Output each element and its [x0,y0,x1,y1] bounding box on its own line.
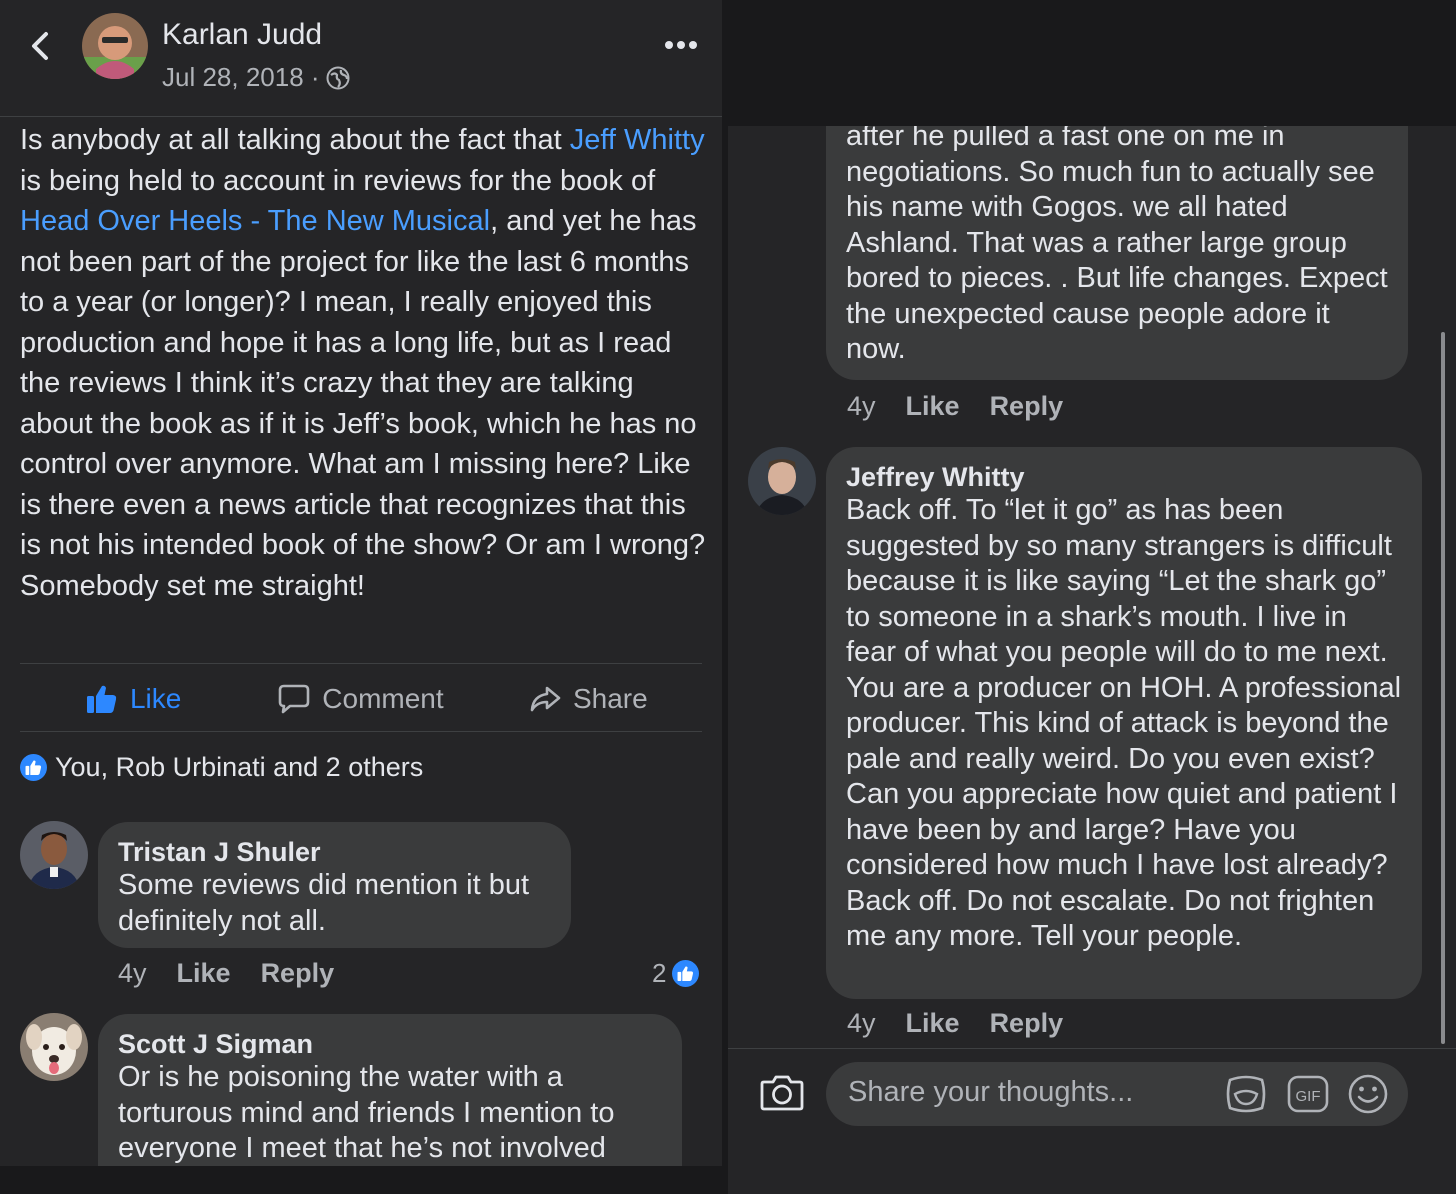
more-dots-icon[interactable] [664,40,698,50]
like-label: Like [129,683,182,714]
comment-like-button[interactable]: Like [906,391,960,422]
page-link-head-over-heels[interactable]: Head Over Heels - The New Musical [20,205,490,237]
comment-meta: 4y Like Reply [847,1008,1093,1039]
comment-reply-button[interactable]: Reply [990,1008,1064,1039]
author-avatar[interactable] [82,13,148,79]
post-text: is being held to account in reviews for … [20,164,656,197]
header-divider [0,116,722,117]
post-text: Is anybody at all talking about the fact… [20,124,570,156]
comment-meta: 4y Like Reply [118,958,364,989]
globe-icon [326,66,350,89]
comment-age: 4y [847,1008,876,1038]
comment-icon [278,684,310,714]
commenter-name[interactable]: Scott J Sigman [118,1028,662,1060]
post-meta: Jul 28, 2018 · [162,62,350,93]
comment-bubble: Tristan J Shuler Some reviews did mentio… [98,822,571,948]
actions-top-divider [20,663,702,664]
comment-like-button[interactable]: Like [177,958,231,989]
comment-input[interactable]: Share your thoughts... GIF [826,1062,1408,1126]
comment-label: Comment [322,683,444,714]
share-button[interactable]: Share [475,683,702,715]
comment-age: 4y [118,958,147,988]
commenter-name[interactable]: Tristan J Shuler [118,836,551,868]
comments-panel: after he pulled a fast one on me in nego… [728,0,1456,1194]
sticker-icon[interactable] [1224,1072,1268,1116]
post-text: , and yet he has not been part of the pr… [20,205,706,602]
like-reaction-icon [20,754,47,781]
mention-link-jeff-whitty[interactable]: Jeff Whitty [570,124,705,156]
share-icon [530,686,561,712]
back-chevron-icon[interactable] [26,30,54,62]
avatar[interactable] [20,821,88,889]
thumbs-up-icon [86,685,117,713]
comment-input-placeholder: Share your thoughts... [848,1076,1134,1108]
comment-like-button[interactable]: Like [906,1008,960,1039]
avatar[interactable] [20,1013,88,1081]
like-reaction-icon [672,960,700,987]
avatar[interactable] [748,447,816,515]
commenter-name[interactable]: Jeffrey Whitty [846,461,1402,493]
comment-bubble: Jeffrey Whitty Back off. To “let it go” … [826,447,1422,999]
camera-icon[interactable] [760,1072,804,1112]
comment-text: Some reviews did mention it but definite… [118,869,530,937]
composer-divider [728,1048,1456,1049]
comment-text: Back off. To “let it go” as has been sug… [846,494,1402,952]
post-actions-bar: Like Comment Share [20,666,702,732]
bottom-fade [0,1166,722,1194]
post-body: Is anybody at all talking about the fact… [20,120,710,606]
post-author-name[interactable]: Karlan Judd [162,18,322,52]
reaction-summary-text: You, Rob Urbinati and 2 others [55,752,424,782]
top-cutoff [728,0,1456,126]
comment-reply-button[interactable]: Reply [261,958,335,989]
reaction-count-text: 2 [652,958,667,988]
share-label: Share [572,683,648,714]
scrollbar[interactable] [1441,332,1445,1044]
gif-label: GIF [1296,1088,1321,1105]
gif-icon[interactable]: GIF [1286,1072,1330,1116]
actions-bottom-divider [20,731,702,732]
comment-button[interactable]: Comment [247,683,474,715]
post-panel: Karlan Judd Jul 28, 2018 · Is anybody at… [0,0,722,1194]
comment-text: Or is he poisoning the water with a tort… [118,1061,615,1164]
emoji-icon[interactable] [1346,1072,1390,1116]
comment-meta: 4y Like Reply [847,391,1093,422]
comment-text: after he pulled a fast one on me in nego… [846,120,1388,365]
comment-reaction-count[interactable]: 2 [652,958,700,989]
post-date[interactable]: Jul 28, 2018 · [162,62,320,93]
like-button[interactable]: Like [20,683,247,715]
comment-age: 4y [847,391,876,421]
reaction-summary[interactable]: You, Rob Urbinati and 2 others [20,752,423,783]
comment-reply-button[interactable]: Reply [990,391,1064,422]
